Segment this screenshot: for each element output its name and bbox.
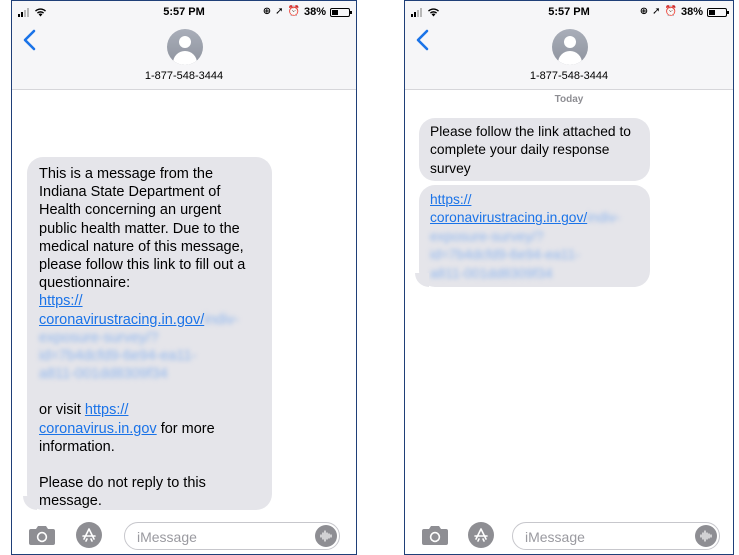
battery-icon bbox=[707, 7, 729, 17]
message-text: Please do not reply to this message. bbox=[39, 475, 206, 510]
message-text: or visit bbox=[39, 402, 85, 419]
battery-fill bbox=[709, 9, 715, 15]
message-text: This is a message from the Indiana State… bbox=[39, 166, 246, 292]
audio-waveform-icon[interactable] bbox=[315, 525, 337, 547]
date-separator: Today bbox=[554, 94, 584, 105]
camera-icon[interactable] bbox=[27, 523, 57, 549]
camera-icon[interactable] bbox=[420, 523, 450, 549]
app-store-icon[interactable] bbox=[468, 522, 494, 548]
conversation-header: 5:57 PM ⊕ ➚ ⏰ 38% 1-877-548-3444 bbox=[405, 1, 733, 90]
battery-fill bbox=[332, 9, 338, 15]
location-arrow-icon: ➚ bbox=[275, 6, 284, 17]
conversation-header: 5:57 PM ⊕ ➚ ⏰ 38% 1-877-548-3444 bbox=[12, 1, 356, 90]
imessage-input[interactable]: iMessage bbox=[512, 522, 720, 550]
imessage-input[interactable]: iMessage bbox=[124, 522, 340, 550]
phone-screenshot-left: 5:57 PM ⊕ ➚ ⏰ 38% 1-877-548-3444 This is… bbox=[11, 0, 357, 555]
contact-avatar[interactable] bbox=[167, 29, 203, 65]
app-store-icon[interactable] bbox=[76, 522, 102, 548]
contact-number[interactable]: 1-877-548-3444 bbox=[12, 70, 356, 82]
message-bubble-incoming-link: https:// coronavirustracing.in.gov/indiv… bbox=[415, 185, 650, 287]
survey-link-domain[interactable]: coronavirustracing.in.gov/ bbox=[39, 312, 204, 328]
back-chevron-icon[interactable] bbox=[22, 29, 38, 51]
location-lock-icon: ⊕ bbox=[262, 6, 272, 17]
message-text: Please follow the link attached to compl… bbox=[430, 124, 631, 176]
battery-percent: 38% bbox=[680, 6, 703, 18]
alarm-icon: ⏰ bbox=[664, 6, 677, 17]
survey-link[interactable]: https:// bbox=[430, 192, 471, 207]
info-link[interactable]: https:// bbox=[85, 402, 129, 418]
location-lock-icon: ⊕ bbox=[639, 6, 649, 17]
input-bar: iMessage bbox=[12, 518, 356, 554]
back-chevron-icon[interactable] bbox=[415, 29, 431, 51]
bubble-tail bbox=[415, 273, 429, 287]
message-bubble-incoming: Please follow the link attached to compl… bbox=[419, 118, 650, 181]
imessage-placeholder: iMessage bbox=[137, 529, 197, 545]
bubble-tail bbox=[23, 496, 37, 510]
message-bubble-incoming: This is a message from the Indiana State… bbox=[23, 157, 272, 510]
info-link-domain[interactable]: coronavirus.in.gov bbox=[39, 421, 157, 437]
audio-waveform-icon[interactable] bbox=[695, 525, 717, 547]
alarm-icon: ⏰ bbox=[287, 6, 300, 17]
survey-link-domain[interactable]: coronavirustracing.in.gov/ bbox=[430, 210, 587, 225]
contact-number[interactable]: 1-877-548-3444 bbox=[405, 70, 733, 82]
battery-icon bbox=[330, 7, 352, 17]
location-arrow-icon: ➚ bbox=[652, 6, 661, 17]
status-bar: 5:57 PM ⊕ ➚ ⏰ 38% bbox=[12, 5, 356, 23]
survey-link[interactable]: https:// bbox=[39, 293, 83, 309]
imessage-placeholder: iMessage bbox=[525, 529, 585, 545]
contact-avatar[interactable] bbox=[552, 29, 588, 65]
status-bar: 5:57 PM ⊕ ➚ ⏰ 38% bbox=[405, 5, 733, 23]
battery-percent: 38% bbox=[303, 6, 326, 18]
input-bar: iMessage bbox=[405, 518, 733, 554]
phone-screenshot-right: 5:57 PM ⊕ ➚ ⏰ 38% 1-877-548-3444 Today P… bbox=[404, 0, 734, 555]
